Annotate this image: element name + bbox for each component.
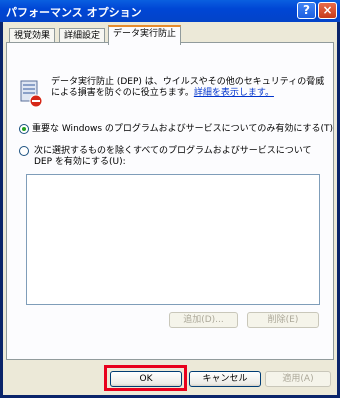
remove-button[interactable]: 削除(E) (247, 312, 319, 328)
exception-listbox[interactable] (26, 174, 320, 305)
radio-essential-only[interactable] (19, 123, 29, 134)
close-icon[interactable]: × (318, 2, 337, 19)
dialog-client: 視覚効果 詳細設定 データ実行防止 データ実行防止 (DEP) は、ウイルスやそ… (3, 22, 337, 395)
dialog-window: パフォーマンス オプション ? × 視覚効果 詳細設定 データ実行防止 データ実… (0, 0, 340, 398)
details-link[interactable]: 詳細を表示します。 (194, 88, 274, 98)
option-essential-only[interactable]: 重要な Windows のプログラムおよびサービスについてのみ有効にする(T) (19, 121, 333, 134)
tab-data-execution-prevention[interactable]: データ実行防止 (108, 25, 182, 45)
window-title: パフォーマンス オプション (6, 6, 142, 19)
option-all-except-label: 次に選択するものを除くすべてのプログラムおよびサービスについて DEP を有効に… (34, 146, 312, 167)
dep-description: データ実行防止 (DEP) は、ウイルスやその他のセキュリティの脅威による損害を… (51, 77, 327, 99)
tab-strip: 視覚効果 詳細設定 データ実行防止 (3, 22, 337, 45)
radio-all-except[interactable] (19, 146, 29, 156)
ok-highlight-box (104, 365, 187, 391)
description-text: データ実行防止 (DEP) は、ウイルスやその他のセキュリティの脅威による損害を… (51, 77, 325, 98)
title-bar[interactable]: パフォーマンス オプション ? × (0, 0, 340, 22)
tab-panel: データ実行防止 (DEP) は、ウイルスやその他のセキュリティの脅威による損害を… (6, 42, 334, 360)
shield-icon (20, 80, 43, 108)
option-all-except[interactable] (19, 146, 32, 157)
cancel-button[interactable]: キャンセル (189, 371, 261, 387)
add-button[interactable]: 追加(D)... (169, 312, 238, 328)
option-essential-label: 重要な Windows のプログラムおよびサービスについてのみ有効にする(T) (32, 124, 333, 134)
apply-button[interactable]: 適用(A) (265, 371, 331, 387)
help-icon[interactable]: ? (297, 2, 316, 19)
